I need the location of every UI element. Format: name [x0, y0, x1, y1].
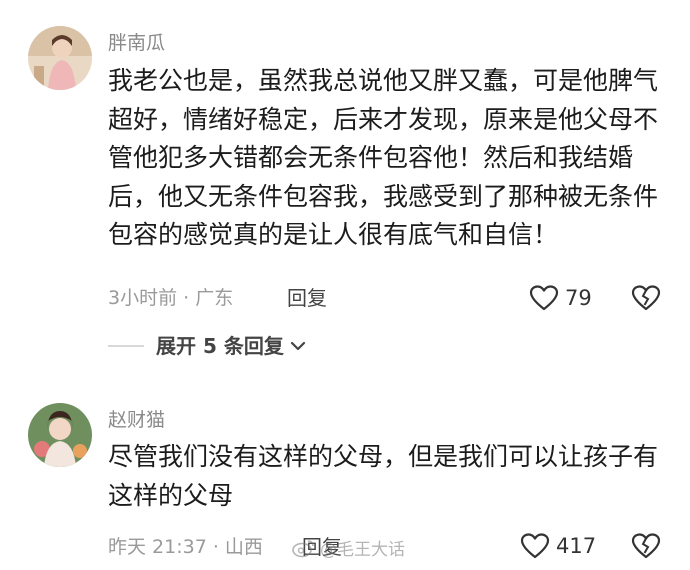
divider-line [108, 345, 144, 347]
like-count: 79 [565, 286, 592, 310]
broken-heart-icon [631, 284, 661, 312]
heart-outline-icon [529, 284, 559, 312]
broken-heart-icon [631, 532, 661, 560]
expand-replies-label: 展开 5 条回复 [156, 334, 284, 358]
watermark-text: @毛王大话 [320, 540, 405, 560]
chevron-down-icon [284, 337, 306, 356]
watermark: @毛王大话 [292, 538, 405, 562]
reply-button[interactable]: 回复 [287, 285, 327, 311]
comment-meta: 3小时前 · 广东 [108, 287, 234, 309]
dislike-button[interactable] [631, 284, 661, 312]
username[interactable]: 赵财猫 [108, 408, 165, 432]
comment-meta: 昨天 21:37 · 山西 [108, 536, 263, 558]
heart-outline-icon [520, 532, 550, 560]
expand-replies-button[interactable]: 展开 5 条回复 [108, 333, 306, 359]
comment-text: 尽管我们没有这样的父母，但是我们可以让孩子有这样的父母 [108, 442, 659, 510]
like-count: 417 [556, 534, 597, 558]
username[interactable]: 胖南瓜 [108, 31, 165, 55]
weibo-icon [292, 538, 316, 562]
dislike-button[interactable] [631, 532, 661, 560]
avatar[interactable] [28, 403, 92, 467]
like-button[interactable]: 79 [529, 284, 592, 312]
like-button[interactable]: 417 [520, 532, 596, 560]
avatar[interactable] [28, 26, 92, 90]
comment-text: 我老公也是，虽然我总说他又胖又蠢，可是他脾气超好，情绪好稳定，后来才发现，原来是… [108, 66, 659, 249]
